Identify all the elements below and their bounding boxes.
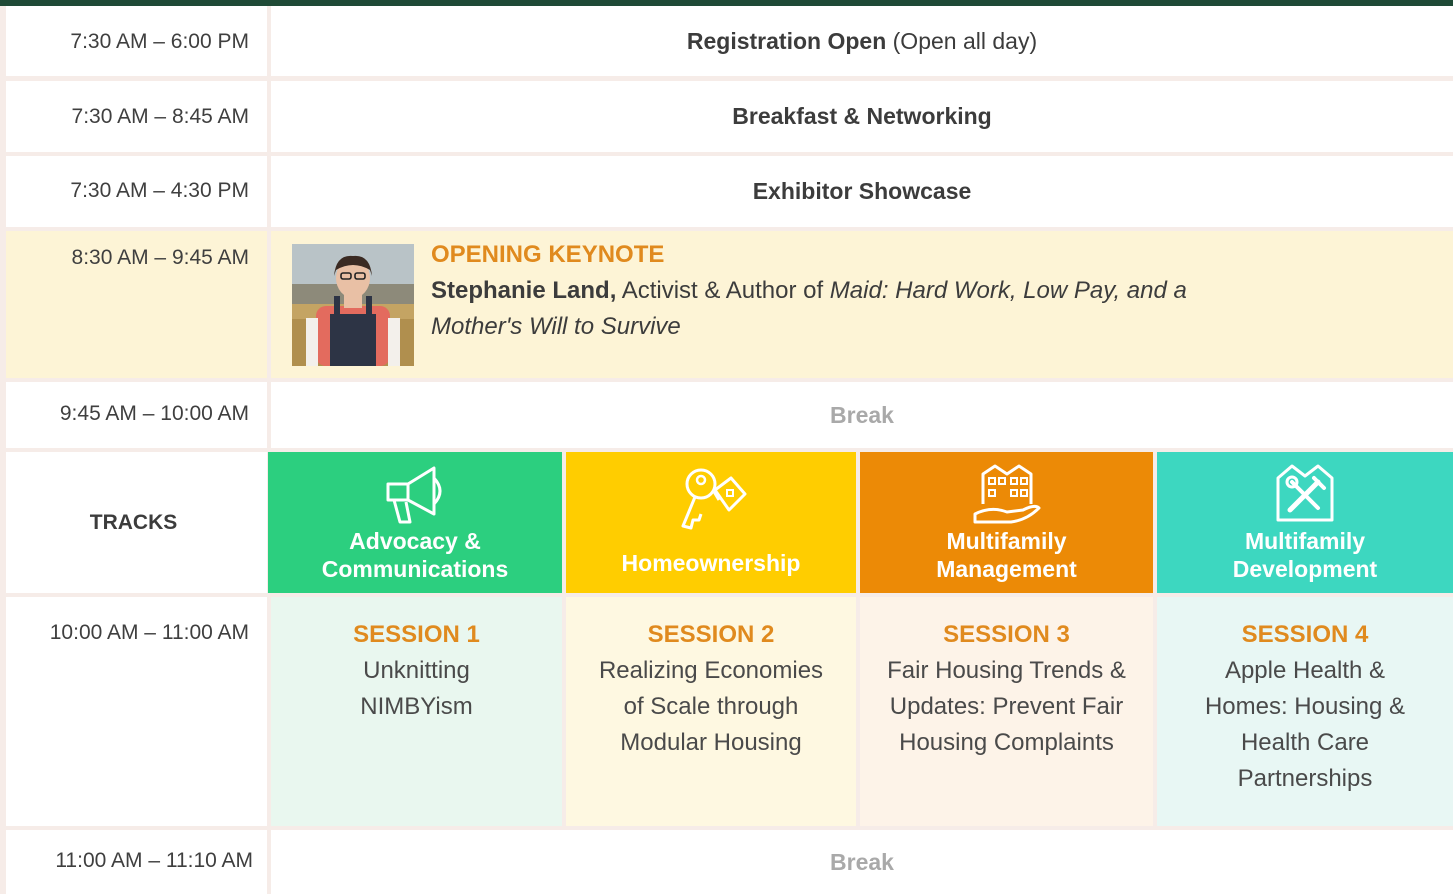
time-cell: 9:45 AM – 10:00 AM xyxy=(6,382,267,448)
session-title-line: of Scale through xyxy=(623,693,799,720)
time-cell: 7:30 AM – 8:45 AM xyxy=(6,81,267,152)
session-cell: SESSION 3 Fair Housing Trends & Updates:… xyxy=(860,597,1153,826)
keynote-cell: OPENING KEYNOTE Stephanie Land, Activist… xyxy=(271,231,1453,378)
track-advocacy: Advocacy & Communications xyxy=(268,452,562,593)
session-cell: SESSION 2 Realizing Economies of Scale t… xyxy=(566,597,856,826)
event-title: Exhibitor Showcase xyxy=(271,156,1453,227)
keynote-label: OPENING KEYNOTE xyxy=(431,241,665,268)
track-title-line: Development xyxy=(1232,556,1378,582)
session-title-line: Apple Health & xyxy=(1224,657,1386,684)
session-title-line: Updates: Prevent Fair xyxy=(889,693,1124,720)
session-title-line: Realizing Economies xyxy=(598,657,824,684)
track-homeownership: Homeownership xyxy=(566,452,856,593)
megaphone-icon xyxy=(386,466,442,524)
track-title-line: Management xyxy=(936,556,1077,582)
track-title-line: Advocacy & xyxy=(349,528,481,554)
session-title-line: Fair Housing Trends & xyxy=(887,657,1126,684)
track-title-line: Multifamily xyxy=(1244,528,1366,554)
tools-icon xyxy=(1276,464,1334,522)
session-title-line: Unknitting xyxy=(363,657,470,684)
time-cell: 11:00 AM – 11:10 AM xyxy=(6,830,267,894)
time-cell: 8:30 AM – 9:45 AM xyxy=(6,231,267,378)
session-cell: SESSION 1 Unknitting NIMBYism xyxy=(271,597,562,826)
event-title: Breakfast & Networking xyxy=(271,81,1453,152)
session-title-line: NIMBYism xyxy=(360,693,473,720)
event-title: Registration Open xyxy=(686,27,887,54)
session-label: SESSION 4 xyxy=(1241,621,1369,648)
time-cell: 7:30 AM – 6:00 PM xyxy=(6,6,267,76)
track-multifamily-development: Multifamily Development xyxy=(1157,452,1453,593)
break-label: Break xyxy=(271,382,1453,448)
keys-icon xyxy=(681,468,747,530)
session-title-line: Housing Complaints xyxy=(899,729,1114,756)
session-label: SESSION 2 xyxy=(647,621,775,648)
speaker-role: Activist & Author of xyxy=(616,277,830,304)
time-cell: 7:30 AM – 4:30 PM xyxy=(6,156,267,227)
session-cell: SESSION 4 Apple Health & Homes: Housing … xyxy=(1157,597,1453,826)
event-cell: Registration Open (Open all day) xyxy=(271,6,1453,76)
session-title-line: Homes: Housing & xyxy=(1204,693,1406,720)
tracks-header: TRACKS xyxy=(6,452,267,593)
session-label: SESSION 1 xyxy=(353,621,480,648)
track-multifamily-management: Multifamily Management xyxy=(860,452,1153,593)
track-title-line: Multifamily xyxy=(946,528,1067,554)
speaker-photo xyxy=(292,244,414,366)
track-title-line: Communications xyxy=(321,556,509,582)
event-note: (Open all day) xyxy=(886,27,1038,54)
session-label: SESSION 3 xyxy=(943,621,1070,648)
speaker-name: Stephanie Land, xyxy=(431,277,617,304)
apartment-building-icon xyxy=(973,464,1040,524)
session-title-line: Modular Housing xyxy=(620,729,802,756)
track-title-line: Homeownership xyxy=(621,550,801,576)
time-cell: 10:00 AM – 11:00 AM xyxy=(6,597,267,826)
break-label: Break xyxy=(271,830,1453,894)
session-title-line: Health Care xyxy=(1240,729,1370,756)
session-title-line: Partnerships xyxy=(1237,765,1373,792)
